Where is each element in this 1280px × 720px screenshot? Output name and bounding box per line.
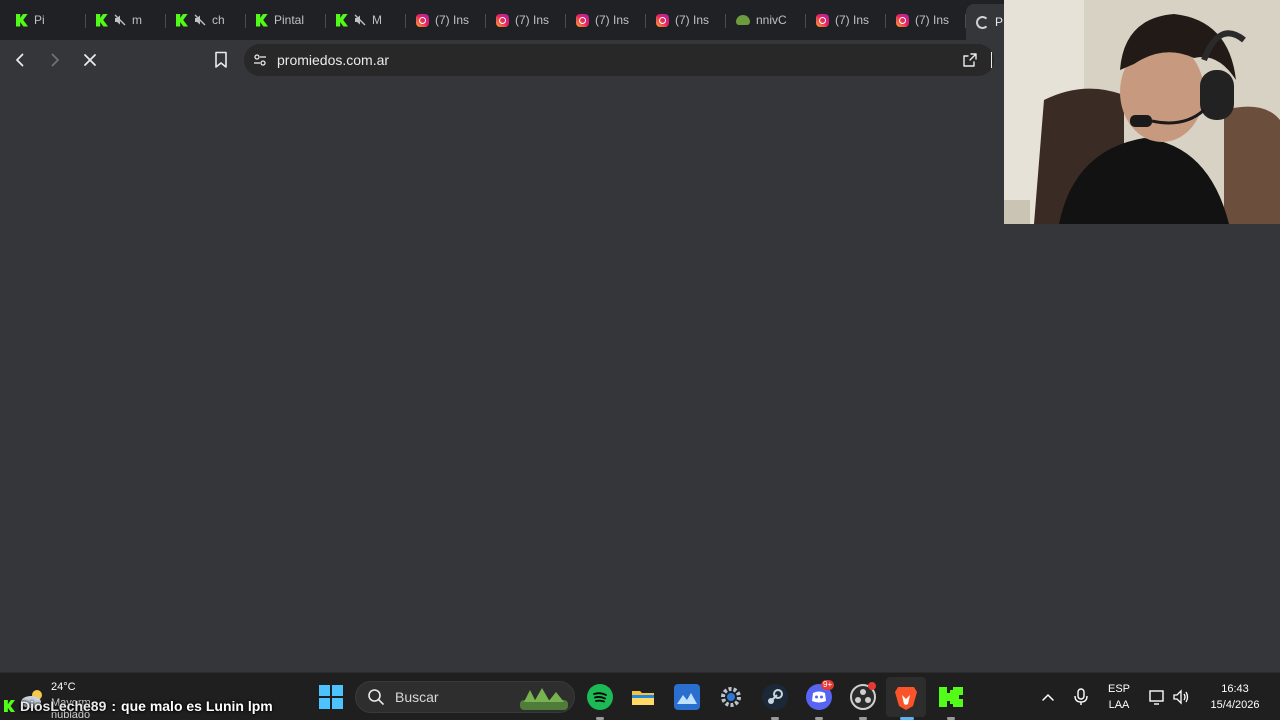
stream-chat-message: DiosLeche89: que malo es Lunin lpm xyxy=(4,696,273,716)
chat-separator: : xyxy=(111,698,117,714)
browser-tab[interactable]: (7) Ins xyxy=(886,4,966,36)
kick-app-icon[interactable] xyxy=(938,684,964,710)
language-indicator[interactable]: ESP xyxy=(1108,683,1130,695)
kick-icon xyxy=(256,13,268,27)
browser-tab[interactable]: (7) Ins xyxy=(646,4,726,36)
address-bar[interactable]: promiedos.com.ar xyxy=(244,44,994,76)
search-icon xyxy=(368,689,384,705)
page-content-blank xyxy=(0,80,1004,672)
search-placeholder: Buscar xyxy=(395,689,439,705)
chevron-up-icon xyxy=(1042,693,1054,701)
kick-icon xyxy=(16,13,28,27)
chevron-left-icon xyxy=(16,53,24,67)
browser-tab[interactable]: M xyxy=(326,4,406,36)
start-button[interactable] xyxy=(319,685,343,709)
tab-title: m xyxy=(132,13,142,27)
network-icon[interactable] xyxy=(1148,688,1166,711)
kick-icon xyxy=(96,13,108,27)
chat-message-text: que malo es Lunin lpm xyxy=(121,698,273,714)
muted-speaker-icon[interactable] xyxy=(194,14,206,26)
tab-title: P xyxy=(995,15,1004,29)
back-button[interactable] xyxy=(5,45,35,75)
windows-logo-icon xyxy=(319,685,330,696)
browser-tab[interactable]: m xyxy=(86,4,166,36)
kick-icon xyxy=(4,700,15,712)
chevron-right-icon xyxy=(51,53,59,67)
close-icon xyxy=(84,54,96,66)
browser-tab[interactable]: (7) Ins xyxy=(566,4,646,36)
chat-username: DiosLeche89 xyxy=(20,698,107,714)
instagram-icon xyxy=(816,13,829,27)
browser-tab[interactable]: nnivC xyxy=(726,4,806,36)
brave-browser-icon[interactable] xyxy=(886,677,926,717)
bookmark-button[interactable] xyxy=(210,49,232,71)
browser-window: Pi m ch Pintal M (7) Ins (7) Ins (7) Ins (7) Ins… xyxy=(0,0,1280,720)
show-hidden-icons-button[interactable] xyxy=(1040,689,1056,710)
search-highlight-image xyxy=(520,688,568,710)
tab-title: M xyxy=(372,13,382,27)
taskbar-search[interactable]: Buscar xyxy=(355,681,575,713)
kick-icon xyxy=(176,13,188,27)
windows-logo-pane xyxy=(332,698,343,709)
keyboard-layout-indicator[interactable]: LAA xyxy=(1108,699,1130,711)
microphone-icon[interactable] xyxy=(1073,688,1089,711)
tab-strip: Pi m ch Pintal M (7) Ins (7) Ins (7) Ins (7) Ins… xyxy=(0,0,1004,40)
muted-speaker-icon[interactable] xyxy=(354,14,366,26)
clock-time[interactable]: 16:43 xyxy=(1200,683,1270,695)
instagram-icon xyxy=(576,13,589,27)
weather-temperature: 24°C xyxy=(51,681,76,693)
instagram-icon xyxy=(416,13,429,27)
tab-title: ch xyxy=(212,13,225,27)
windows-logo-pane xyxy=(332,685,343,696)
url-text[interactable]: promiedos.com.ar xyxy=(277,52,389,68)
forward-button[interactable] xyxy=(40,45,70,75)
tab-title: Pintal xyxy=(274,13,305,27)
browser-tab[interactable]: Pi xyxy=(6,4,86,36)
webcam-feed-image xyxy=(1004,0,1280,224)
tab-title: (7) Ins xyxy=(915,13,950,27)
frog-icon xyxy=(736,15,750,25)
instagram-icon xyxy=(896,13,909,27)
instagram-icon xyxy=(656,13,669,27)
spotify-icon[interactable] xyxy=(587,684,613,710)
file-explorer-icon[interactable] xyxy=(630,684,656,710)
browser-tab[interactable]: Pintal xyxy=(246,4,326,36)
loading-icon xyxy=(976,15,989,29)
divider xyxy=(991,52,992,68)
bookmark-icon xyxy=(215,51,227,68)
browser-tab[interactable]: (7) Ins xyxy=(806,4,886,36)
site-settings-icon[interactable] xyxy=(253,53,267,67)
browser-tab[interactable]: ch xyxy=(166,4,246,36)
browser-tab[interactable]: (7) Ins xyxy=(486,4,566,36)
browser-tab[interactable]: (7) Ins xyxy=(406,4,486,36)
webcam-overlay xyxy=(1004,0,1280,224)
tab-title: (7) Ins xyxy=(835,13,870,27)
tab-title: (7) Ins xyxy=(595,13,630,27)
clock-date[interactable]: 15/4/2026 xyxy=(1200,699,1270,711)
stop-loading-button[interactable] xyxy=(75,45,105,75)
recording-dot xyxy=(868,682,876,690)
tab-title: nnivC xyxy=(756,13,787,27)
share-icon[interactable] xyxy=(962,52,978,68)
photos-icon[interactable] xyxy=(674,684,700,710)
steam-icon[interactable] xyxy=(762,684,788,710)
windows-logo-pane xyxy=(319,698,330,709)
kick-icon xyxy=(336,13,348,27)
browser-tab[interactable]: P xyxy=(966,4,1004,40)
tab-title: (7) Ins xyxy=(435,13,470,27)
tab-title: (7) Ins xyxy=(675,13,710,27)
settings-icon[interactable] xyxy=(718,684,744,710)
volume-icon[interactable] xyxy=(1172,688,1190,711)
muted-speaker-icon[interactable] xyxy=(114,14,126,26)
discord-badge: 9+ xyxy=(821,680,835,690)
tab-title: (7) Ins xyxy=(515,13,550,27)
tab-title: Pi xyxy=(34,13,45,27)
instagram-icon xyxy=(496,13,509,27)
